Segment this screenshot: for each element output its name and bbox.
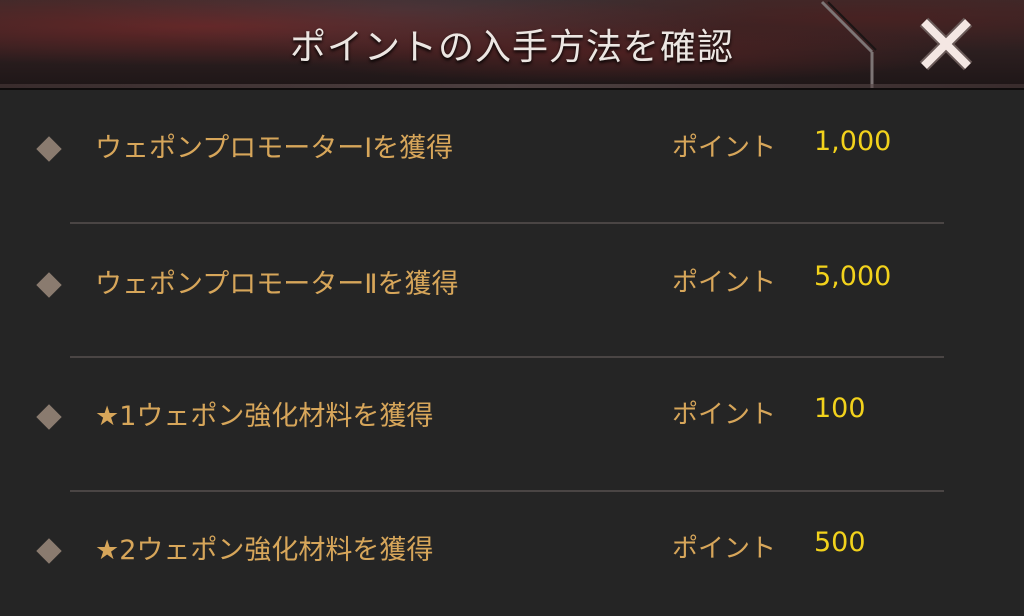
close-icon	[919, 17, 973, 71]
acquisition-method-label: ★2ウェポン強化材料を獲得	[95, 535, 434, 566]
points-value: 5,000	[814, 261, 892, 292]
close-button[interactable]	[916, 14, 976, 74]
points-label: ポイント	[672, 268, 777, 298]
acquisition-method-label: ウェポンプロモーターⅡを獲得	[95, 269, 459, 300]
acquisition-method-label: ウェポンプロモーターⅠを獲得	[95, 133, 454, 164]
diamond-bullet-icon	[36, 136, 62, 162]
points-label: ポイント	[672, 400, 777, 430]
diamond-bullet-icon	[36, 538, 62, 564]
points-list: ウェポンプロモーターⅠを獲得 ポイント 1,000 ウェポンプロモーターⅡを獲得…	[0, 90, 1024, 616]
acquisition-method-label: ★1ウェポン強化材料を獲得	[95, 401, 434, 432]
points-dialog: ポイントの入手方法を確認 ウェポンプロモーターⅠを獲得 ポイント 1,000 ウ…	[0, 0, 1024, 616]
points-value: 100	[814, 393, 866, 424]
dialog-header: ポイントの入手方法を確認	[0, 0, 1024, 90]
diamond-bullet-icon	[36, 404, 62, 430]
list-item: ★2ウェポン強化材料を獲得 ポイント 500	[0, 492, 944, 616]
points-label: ポイント	[672, 534, 777, 564]
points-value: 500	[814, 527, 866, 558]
list-item: ウェポンプロモーターⅠを獲得 ポイント 1,000	[0, 90, 944, 224]
points-label: ポイント	[672, 133, 777, 163]
diamond-bullet-icon	[36, 272, 62, 298]
list-item: ウェポンプロモーターⅡを獲得 ポイント 5,000	[0, 224, 944, 358]
list-item: ★1ウェポン強化材料を獲得 ポイント 100	[0, 358, 944, 492]
points-value: 1,000	[814, 126, 892, 157]
